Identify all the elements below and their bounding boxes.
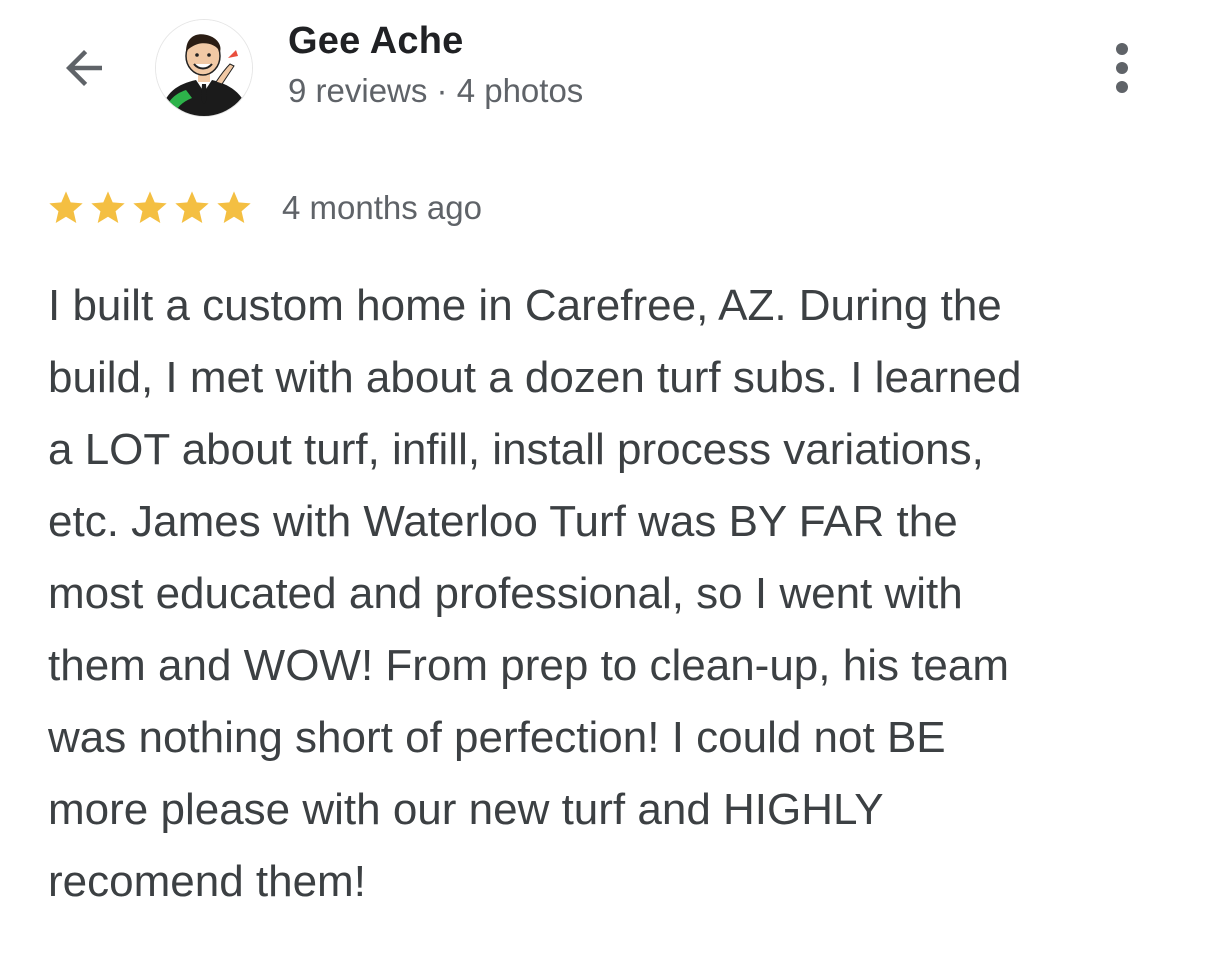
review-text-line: I built a custom home in Carefree, AZ. D… — [48, 281, 1002, 330]
review-text-line: build, I met with about a dozen turf sub… — [48, 353, 1022, 402]
review-rating-row: 4 months ago — [46, 186, 482, 230]
arrow-back-icon — [66, 50, 102, 86]
star-icon — [217, 191, 251, 223]
review-text-line: etc. James with Waterloo Turf was BY FAR… — [48, 497, 958, 546]
review-date: 4 months ago — [282, 189, 482, 226]
review-header: Gee Ache 9 reviews · 4 photos — [0, 0, 1206, 130]
review-text-line: a LOT about turf, infill, install proces… — [48, 425, 984, 474]
review-text-line: more please with our new turf and HIGHLY — [48, 785, 884, 834]
avatar[interactable] — [155, 19, 253, 117]
more-options-button[interactable] — [1096, 36, 1148, 100]
star-icon — [133, 191, 167, 223]
star-rating — [46, 188, 256, 228]
more-vert-icon — [1116, 43, 1128, 55]
reviewer-name[interactable]: Gee Ache — [288, 20, 464, 63]
star-icon — [91, 191, 125, 223]
star-icon — [175, 191, 209, 223]
review-text-line: was nothing short of perfection! I could… — [48, 713, 946, 762]
review-text-line: them and WOW! From prep to clean-up, his… — [48, 641, 1010, 690]
more-vert-icon-dot — [1116, 81, 1128, 93]
review-text: I built a custom home in Carefree, AZ. D… — [48, 270, 1158, 918]
retro-man-avatar-icon — [156, 20, 252, 116]
star-icon — [49, 191, 83, 223]
more-vert-icon-dot — [1116, 62, 1128, 74]
review-text-line: recomend them! — [48, 857, 366, 906]
review-text-line: most educated and professional, so I wen… — [48, 569, 963, 618]
back-button[interactable] — [54, 38, 114, 98]
reviewer-stats: 9 reviews · 4 photos — [288, 72, 584, 109]
